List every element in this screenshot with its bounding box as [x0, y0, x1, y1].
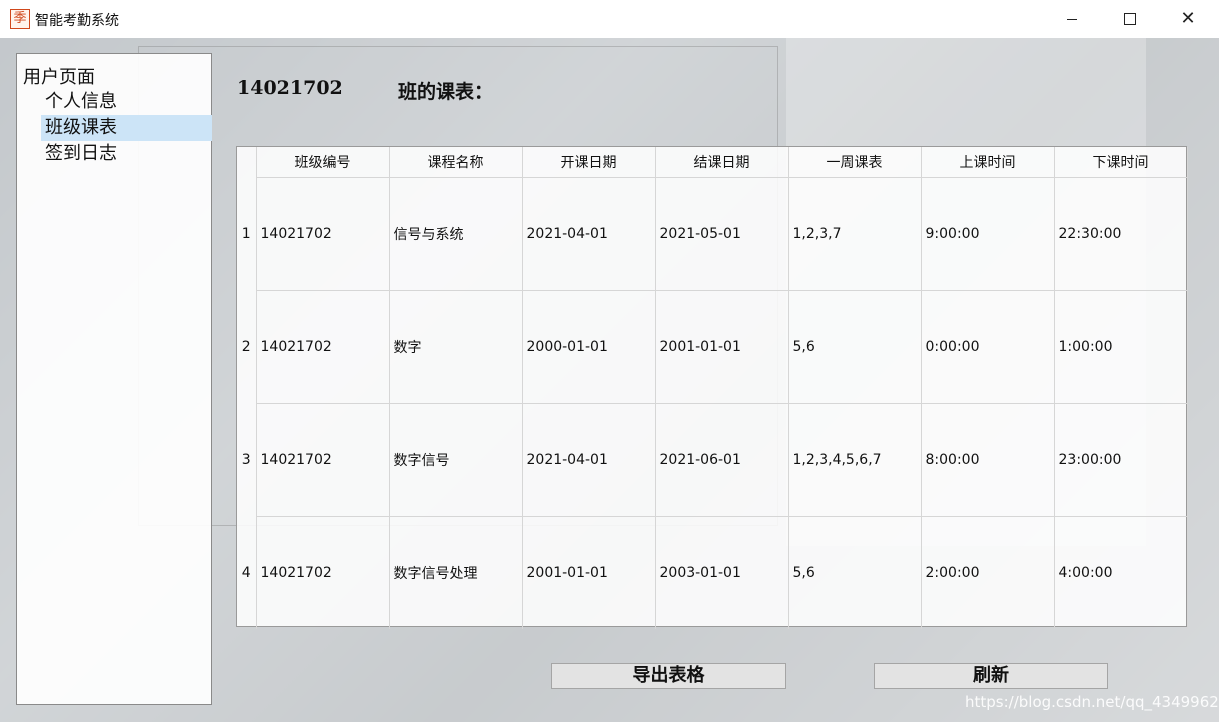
- minimize-button[interactable]: [1043, 0, 1101, 38]
- column-header-class-end-time[interactable]: 下课时间: [1054, 147, 1188, 178]
- column-header-weekly-schedule[interactable]: 一周课表: [788, 147, 922, 178]
- row-number[interactable]: 1: [237, 177, 257, 291]
- close-button[interactable]: ✕: [1159, 0, 1217, 38]
- title-bar: 季 智能考勤系统 ✕: [0, 0, 1219, 38]
- table-cell[interactable]: 信号与系统: [389, 177, 523, 291]
- maximize-icon: [1124, 13, 1136, 25]
- table-row[interactable]: 3 14021702 数字信号 2021-04-01 2021-06-01 1,…: [237, 403, 1188, 517]
- table-cell[interactable]: 5,6: [788, 516, 922, 629]
- class-id-label: 14021702: [237, 77, 343, 99]
- close-icon: ✕: [1180, 8, 1196, 29]
- table-cell[interactable]: 0:00:00: [921, 290, 1055, 404]
- column-header-course-name[interactable]: 课程名称: [389, 147, 523, 178]
- tree-item-class-schedule[interactable]: 班级课表: [41, 115, 212, 141]
- table-cell[interactable]: 14021702: [256, 177, 390, 291]
- table-cell[interactable]: 2021-04-01: [522, 177, 656, 291]
- table-row[interactable]: 2 14021702 数字 2000-01-01 2001-01-01 5,6 …: [237, 290, 1188, 404]
- table-cell[interactable]: 数字信号: [389, 403, 523, 517]
- maximize-button[interactable]: [1101, 0, 1159, 38]
- table-cell[interactable]: 14021702: [256, 516, 390, 629]
- table-cell[interactable]: 14021702: [256, 403, 390, 517]
- table-cell[interactable]: 2021-06-01: [655, 403, 789, 517]
- table-cell[interactable]: 1,2,3,7: [788, 177, 922, 291]
- table-cell[interactable]: 1:00:00: [1054, 290, 1188, 404]
- table-row[interactable]: 1 14021702 信号与系统 2021-04-01 2021-05-01 1…: [237, 177, 1188, 291]
- table-cell[interactable]: 8:00:00: [921, 403, 1055, 517]
- app-icon: 季: [10, 9, 30, 29]
- nav-tree[interactable]: 用户页面 个人信息 班级课表 签到日志: [16, 53, 212, 705]
- row-number[interactable]: 3: [237, 403, 257, 517]
- table-cell[interactable]: 2003-01-01: [655, 516, 789, 629]
- column-header-class-start-time[interactable]: 上课时间: [921, 147, 1055, 178]
- window-title: 智能考勤系统: [35, 13, 119, 29]
- row-number[interactable]: 4: [237, 516, 257, 629]
- table-cell[interactable]: 2021-05-01: [655, 177, 789, 291]
- table-header-row: 班级编号 课程名称 开课日期 结课日期 一周课表 上课时间 下课时间: [237, 147, 1188, 178]
- table-cell[interactable]: 数字信号处理: [389, 516, 523, 629]
- table-cell[interactable]: 2000-01-01: [522, 290, 656, 404]
- table-cell[interactable]: 2021-04-01: [522, 403, 656, 517]
- table-cell[interactable]: 9:00:00: [921, 177, 1055, 291]
- table-cell[interactable]: 4:00:00: [1054, 516, 1188, 629]
- tree-item-checkin-log[interactable]: 签到日志: [41, 141, 212, 167]
- watermark: https://blog.csdn.net/qq_43499622: [965, 693, 1219, 711]
- table-cell[interactable]: 14021702: [256, 290, 390, 404]
- table-row[interactable]: 4 14021702 数字信号处理 2001-01-01 2003-01-01 …: [237, 516, 1188, 629]
- tree-item-personal-info[interactable]: 个人信息: [41, 89, 212, 115]
- table-cell[interactable]: 数字: [389, 290, 523, 404]
- table-cell[interactable]: 2:00:00: [921, 516, 1055, 629]
- column-header-end-date[interactable]: 结课日期: [655, 147, 789, 178]
- table-cell[interactable]: 1,2,3,4,5,6,7: [788, 403, 922, 517]
- table-cell[interactable]: 2001-01-01: [522, 516, 656, 629]
- column-header-class-id[interactable]: 班级编号: [256, 147, 390, 178]
- schedule-heading: 班的课表：: [398, 81, 494, 103]
- table-corner[interactable]: [237, 147, 257, 178]
- schedule-table[interactable]: 班级编号 课程名称 开课日期 结课日期 一周课表 上课时间 下课时间 1 140…: [236, 146, 1188, 629]
- table-cell[interactable]: 2001-01-01: [655, 290, 789, 404]
- table-cell[interactable]: 22:30:00: [1054, 177, 1188, 291]
- table-cell[interactable]: 23:00:00: [1054, 403, 1188, 517]
- refresh-button[interactable]: 刷新: [874, 663, 1108, 689]
- minimize-icon: [1067, 18, 1077, 20]
- tree-root-user-page[interactable]: 用户页面: [23, 63, 95, 89]
- row-number[interactable]: 2: [237, 290, 257, 404]
- table-cell[interactable]: 5,6: [788, 290, 922, 404]
- column-header-start-date[interactable]: 开课日期: [522, 147, 656, 178]
- export-table-button[interactable]: 导出表格: [551, 663, 786, 689]
